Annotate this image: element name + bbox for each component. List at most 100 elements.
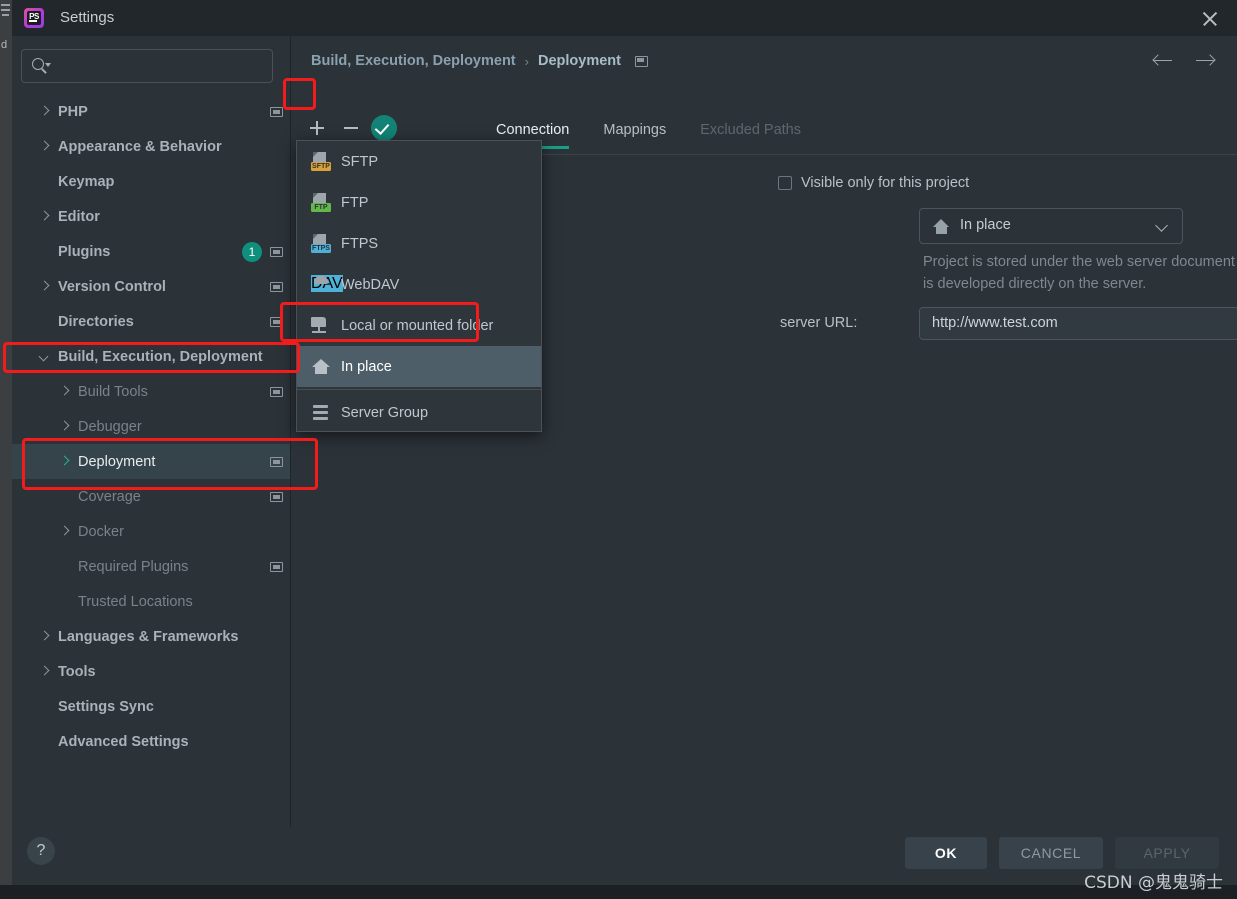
chevron-down-icon[interactable] bbox=[40, 352, 50, 362]
breadcrumb-parent[interactable]: Build, Execution, Deployment bbox=[311, 53, 516, 69]
background-window-strip: d bbox=[0, 0, 12, 899]
arrow-right-icon[interactable] bbox=[1195, 52, 1216, 70]
apply-button: APPLY bbox=[1115, 837, 1219, 869]
chevron-right-icon[interactable] bbox=[60, 387, 70, 397]
server-list-toolbar bbox=[303, 114, 397, 142]
visible-only-checkbox[interactable] bbox=[778, 176, 792, 190]
sidebar-item-label: Keymap bbox=[58, 173, 115, 190]
visible-only-row[interactable]: Visible only for this project bbox=[778, 175, 969, 191]
sidebar-item-build-tools[interactable]: Build Tools bbox=[12, 374, 290, 409]
breadcrumb-separator: › bbox=[524, 53, 529, 69]
sidebar-item-label: Coverage bbox=[78, 488, 141, 505]
menu-item-in-place[interactable]: In place bbox=[297, 346, 541, 387]
sidebar-item-label: Build Tools bbox=[78, 383, 148, 400]
logo-glyph: PS bbox=[27, 11, 41, 25]
menu-item-ftps[interactable]: FTPS FTPS bbox=[297, 223, 541, 264]
menu-item-ftp[interactable]: FTP FTP bbox=[297, 182, 541, 223]
cancel-button[interactable]: CANCEL bbox=[999, 837, 1103, 869]
plugins-update-badge: 1 bbox=[242, 242, 262, 262]
sidebar-item-coverage[interactable]: Coverage bbox=[12, 479, 290, 514]
visible-only-label: Visible only for this project bbox=[801, 175, 970, 191]
chevron-right-icon[interactable] bbox=[40, 282, 50, 292]
sidebar-item-plugins[interactable]: Plugins 1 bbox=[12, 234, 290, 269]
sidebar-item-label: Appearance & Behavior bbox=[58, 138, 222, 155]
sidebar-item-keymap[interactable]: Keymap bbox=[12, 164, 290, 199]
ok-button[interactable]: OK bbox=[905, 837, 987, 869]
sidebar-item-deployment[interactable]: Deployment bbox=[12, 444, 290, 479]
breadcrumb: Build, Execution, Deployment › Deploymen… bbox=[311, 53, 648, 69]
sidebar-item-settings-sync[interactable]: Settings Sync bbox=[12, 689, 290, 724]
plus-icon[interactable] bbox=[303, 114, 331, 142]
menu-item-webdav[interactable]: DAVWebDAV bbox=[297, 264, 541, 305]
chevron-right-icon[interactable] bbox=[40, 212, 50, 222]
dialog-footer: ? OK CANCEL APPLY bbox=[12, 827, 1237, 885]
arrow-left-icon[interactable] bbox=[1152, 52, 1173, 70]
module-scope-icon bbox=[270, 387, 283, 397]
ftp-icon: FTP bbox=[311, 192, 331, 213]
web-server-url-input[interactable]: http://www.test.com bbox=[919, 307, 1237, 340]
sidebar-item-version-control[interactable]: Version Control bbox=[12, 269, 290, 304]
type-description-line2: is developed directly on the server. bbox=[923, 276, 1147, 292]
menu-item-label: Local or mounted folder bbox=[341, 317, 494, 334]
module-scope-icon bbox=[270, 562, 283, 572]
tab-mappings[interactable]: Mappings bbox=[603, 122, 666, 149]
sidebar-item-label: Docker bbox=[78, 523, 124, 540]
tab-excluded-paths[interactable]: Excluded Paths bbox=[700, 122, 801, 149]
phpstorm-logo-icon: PS bbox=[24, 8, 44, 28]
sidebar-item-label: Directories bbox=[58, 313, 134, 330]
web-server-url-label: server URL: bbox=[780, 315, 858, 331]
check-circle-icon[interactable] bbox=[371, 115, 397, 141]
search-input[interactable] bbox=[21, 49, 273, 83]
chevron-right-icon[interactable] bbox=[60, 527, 70, 537]
chevron-right-icon[interactable] bbox=[60, 457, 70, 467]
chevron-right-icon[interactable] bbox=[40, 107, 50, 117]
chevron-right-icon[interactable] bbox=[40, 667, 50, 677]
sidebar-item-debugger[interactable]: Debugger bbox=[12, 409, 290, 444]
window-bottom-edge bbox=[0, 885, 1237, 899]
menu-item-label: FTPS bbox=[341, 235, 379, 252]
menu-item-label: In place bbox=[341, 358, 392, 375]
module-scope-icon bbox=[270, 107, 283, 117]
type-description-line1: Project is stored under the web server d… bbox=[923, 254, 1237, 270]
sidebar-item-languages-frameworks[interactable]: Languages & Frameworks bbox=[12, 619, 290, 654]
chevron-down-icon[interactable] bbox=[1155, 219, 1168, 232]
deployment-type-select[interactable]: In place bbox=[919, 208, 1183, 244]
minus-icon[interactable] bbox=[337, 114, 365, 142]
sidebar-item-trusted-locations[interactable]: Trusted Locations bbox=[12, 584, 290, 619]
close-icon[interactable] bbox=[1199, 8, 1221, 30]
chevron-right-icon[interactable] bbox=[40, 632, 50, 642]
title-bar: PS Settings bbox=[12, 0, 1237, 36]
chevron-right-icon[interactable] bbox=[60, 422, 70, 432]
menu-item-label: FTP bbox=[341, 194, 369, 211]
sidebar-item-editor[interactable]: Editor bbox=[12, 199, 290, 234]
menu-item-label: SFTP bbox=[341, 153, 379, 170]
settings-window: d PS Settings PHP Appearance & Behavior Ke… bbox=[0, 0, 1237, 899]
server-group-icon bbox=[311, 403, 331, 423]
window-title: Settings bbox=[60, 9, 115, 26]
web-server-url-value: http://www.test.com bbox=[932, 315, 1058, 331]
dialog-body: PHP Appearance & Behavior Keymap Editor Plug… bbox=[12, 36, 1237, 863]
breadcrumb-current: Deployment bbox=[537, 53, 621, 69]
sidebar-item-build-execution-deployment[interactable]: Build, Execution, Deployment bbox=[12, 339, 290, 374]
sidebar-item-php[interactable]: PHP bbox=[12, 94, 290, 129]
sidebar-item-label: Editor bbox=[58, 208, 100, 225]
sidebar-item-appearance-behavior[interactable]: Appearance & Behavior bbox=[12, 129, 290, 164]
sidebar-item-advanced-settings[interactable]: Advanced Settings bbox=[12, 724, 290, 759]
sidebar-item-docker[interactable]: Docker bbox=[12, 514, 290, 549]
watermark: CSDN @鬼鬼骑士 bbox=[1084, 873, 1223, 893]
help-button[interactable]: ? bbox=[27, 837, 55, 865]
sidebar-item-label: Deployment bbox=[78, 453, 156, 470]
sidebar-item-tools[interactable]: Tools bbox=[12, 654, 290, 689]
chevron-right-icon[interactable] bbox=[40, 142, 50, 152]
sidebar-item-label: Debugger bbox=[78, 418, 142, 435]
menu-item-server-group[interactable]: Server Group bbox=[297, 392, 541, 433]
sidebar-item-directories[interactable]: Directories bbox=[12, 304, 290, 339]
sidebar-item-label: Languages & Frameworks bbox=[58, 628, 239, 645]
sidebar-item-label: Settings Sync bbox=[58, 698, 154, 715]
tab-underline bbox=[496, 154, 1237, 155]
sidebar-item-label: Tools bbox=[58, 663, 96, 680]
menu-item-local-or-mounted-folder[interactable]: Local or mounted folder bbox=[297, 305, 541, 346]
menu-item-sftp[interactable]: SFTP SFTP bbox=[297, 141, 541, 182]
sidebar-item-label: Trusted Locations bbox=[78, 593, 193, 610]
sidebar-item-required-plugins[interactable]: Required Plugins bbox=[12, 549, 290, 584]
